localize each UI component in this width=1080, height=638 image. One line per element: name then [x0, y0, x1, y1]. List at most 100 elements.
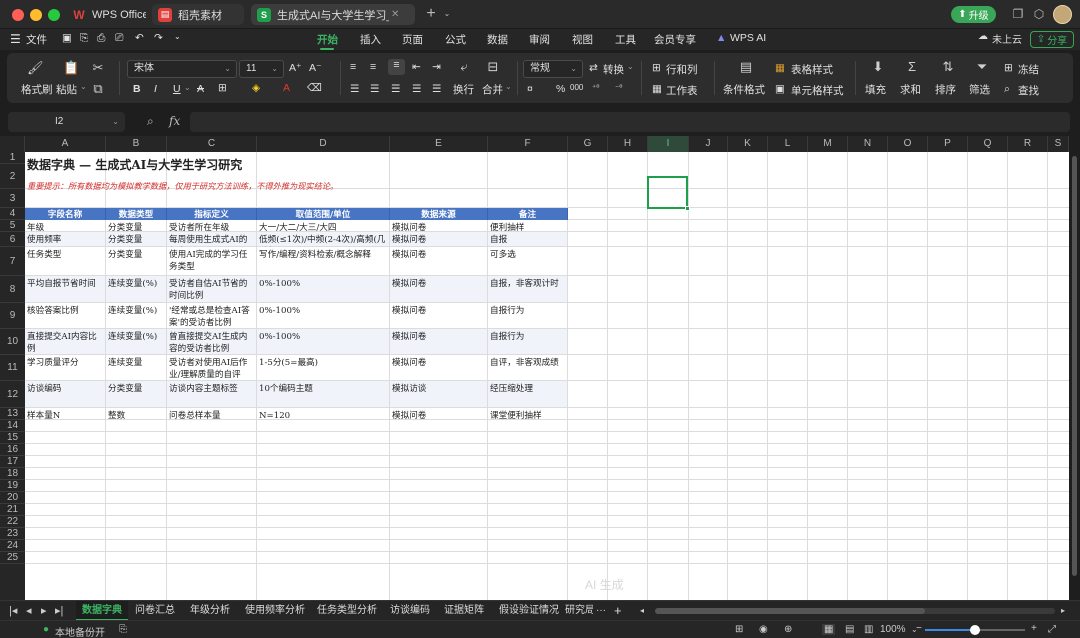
column-header-N[interactable]: N: [848, 136, 888, 152]
cube-icon[interactable]: ⬡: [1032, 7, 1046, 21]
table-cell[interactable]: 受访者自估AI节省的时间比例: [167, 276, 257, 303]
table-cell[interactable]: 受访者所在年级: [167, 220, 257, 232]
align-bottom-icon[interactable]: ≡: [388, 59, 405, 75]
paste-icon[interactable]: 📋: [63, 61, 79, 75]
table-cell[interactable]: 受访者对使用AI后作业/理解质量的自评: [167, 355, 257, 381]
table-cell[interactable]: 分类变量: [106, 381, 167, 408]
filter-button[interactable]: 筛选: [969, 82, 990, 97]
more-sheets-icon[interactable]: ···: [596, 601, 606, 621]
align-right-icon[interactable]: ☰: [391, 83, 400, 95]
zoom-level[interactable]: 100%: [880, 624, 906, 635]
table-header-cell[interactable]: 指标定义: [167, 208, 257, 220]
table-cell[interactable]: 自报，非客观计时: [488, 276, 568, 303]
column-header-C[interactable]: C: [167, 136, 257, 152]
table-cell[interactable]: 模拟问卷: [390, 276, 488, 303]
percent-icon[interactable]: %: [556, 83, 565, 95]
menu-data[interactable]: 数据: [487, 32, 508, 47]
avatar[interactable]: [1053, 5, 1072, 24]
table-cell[interactable]: 模拟访谈: [390, 381, 488, 408]
table-cell[interactable]: 连续变量(%): [106, 329, 167, 355]
row-header-18[interactable]: 18: [0, 468, 25, 480]
scroll-left-icon[interactable]: ◂: [640, 606, 644, 615]
table-cell[interactable]: 1-5分(5=最高): [257, 355, 390, 381]
fill-color-icon[interactable]: ◈: [252, 82, 260, 94]
table-cell[interactable]: 连续变量: [106, 355, 167, 381]
column-header-M[interactable]: M: [808, 136, 848, 152]
page-break-icon[interactable]: ▥: [864, 624, 873, 635]
row-header-13[interactable]: 13: [0, 408, 25, 420]
table-cell[interactable]: 模拟问卷: [390, 408, 488, 420]
worksheet-grid[interactable]: 数据字典 — 生成式AI与大学生学习研究 重要提示：所有数据均为模拟教学数据，仅…: [25, 152, 1069, 600]
column-header-J[interactable]: J: [689, 136, 728, 152]
table-header-cell[interactable]: 数据类型: [106, 208, 167, 220]
italic-icon[interactable]: I: [154, 83, 157, 95]
last-sheet-icon[interactable]: ▸|: [55, 604, 63, 617]
wrap-text-button[interactable]: 换行: [453, 82, 474, 97]
cut-icon[interactable]: ✂: [91, 61, 105, 75]
table-cell[interactable]: 使用频率: [25, 232, 106, 247]
increase-font-icon[interactable]: A⁺: [289, 62, 302, 74]
currency-icon[interactable]: ¤: [527, 83, 533, 95]
copy-icon[interactable]: ⧉: [91, 82, 105, 96]
formula-input[interactable]: [190, 112, 1070, 132]
table-cell[interactable]: 样本量N: [25, 408, 106, 420]
zoom-slider[interactable]: [925, 625, 1025, 635]
table-cell[interactable]: 可多选: [488, 247, 568, 276]
table-header-cell[interactable]: 取值范围/单位: [257, 208, 390, 220]
sheet-tab[interactable]: 问卷汇总: [135, 601, 175, 621]
table-cell[interactable]: 0%-100%: [257, 303, 390, 329]
column-header-B[interactable]: B: [106, 136, 167, 152]
indent-right-icon[interactable]: ⇥: [432, 61, 441, 73]
menu-page[interactable]: 页面: [402, 32, 423, 47]
table-cell[interactable]: 学习质量评分: [25, 355, 106, 381]
indent-left-icon[interactable]: ⇤: [412, 61, 421, 73]
table-cell[interactable]: 模拟问卷: [390, 220, 488, 232]
table-cell[interactable]: 分类变量: [106, 220, 167, 232]
print-icon[interactable]: ⎚: [115, 32, 123, 45]
row-header-2[interactable]: 2: [0, 164, 25, 189]
tab-active-document[interactable]: S 生成式AI与大学生学习_研究 ✕: [251, 4, 415, 25]
align-top-icon[interactable]: ≡: [350, 61, 356, 73]
column-header-K[interactable]: K: [728, 136, 768, 152]
page-layout-icon[interactable]: ▤: [845, 624, 854, 635]
table-cell[interactable]: 曾直接提交AI生成内容的受访者比例: [167, 329, 257, 355]
column-header-A[interactable]: A: [25, 136, 106, 152]
menu-review[interactable]: 审阅: [529, 32, 550, 47]
sort-button[interactable]: 排序: [935, 82, 956, 97]
sheet-tab[interactable]: 年级分析: [190, 601, 230, 621]
column-header-P[interactable]: P: [928, 136, 968, 152]
table-cell[interactable]: 任务类型: [25, 247, 106, 276]
sheet-tab[interactable]: 研究局: [565, 601, 593, 621]
table-style-icon[interactable]: ▦: [775, 62, 785, 74]
column-header-G[interactable]: G: [568, 136, 608, 152]
row-header-3[interactable]: 3: [0, 189, 25, 208]
decrease-font-icon[interactable]: A⁻: [309, 62, 322, 74]
horizontal-scrollbar[interactable]: [655, 608, 1055, 614]
column-header-D[interactable]: D: [257, 136, 390, 152]
tab-docer[interactable]: ▤ 稻壳素材: [152, 4, 244, 25]
sheet-tab-data-dictionary[interactable]: 数据字典: [76, 601, 128, 621]
font-color-icon[interactable]: A: [283, 82, 290, 94]
row-header-24[interactable]: 24: [0, 540, 25, 552]
column-header-R[interactable]: R: [1008, 136, 1048, 152]
cloud-status-button[interactable]: 未上云: [992, 31, 1022, 46]
zoom-out-icon[interactable]: −: [916, 623, 922, 634]
table-cell[interactable]: 课堂便利抽样: [488, 408, 568, 420]
undo-icon[interactable]: ↶: [135, 32, 144, 44]
align-middle-icon[interactable]: ≡: [370, 61, 376, 73]
strikethrough-icon[interactable]: A: [197, 83, 204, 95]
table-cell[interactable]: 模拟问卷: [390, 232, 488, 247]
merge-cells-button[interactable]: 合并: [482, 82, 503, 97]
fullscreen-icon[interactable]: ⤢: [1048, 624, 1056, 635]
table-cell[interactable]: 写作/编程/资料检索/概念解释: [257, 247, 390, 276]
sort-icon[interactable]: ⇅: [941, 60, 955, 74]
row-header-21[interactable]: 21: [0, 504, 25, 516]
table-cell[interactable]: 使用AI完成的学习任务类型: [167, 247, 257, 276]
row-header-23[interactable]: 23: [0, 528, 25, 540]
table-cell[interactable]: 自报行为: [488, 303, 568, 329]
table-cell[interactable]: N=120: [257, 408, 390, 420]
conditional-format-icon[interactable]: ▤: [739, 60, 753, 74]
zoom-in-icon[interactable]: +: [1031, 623, 1037, 634]
table-cell[interactable]: 自报: [488, 232, 568, 247]
hamburger-icon[interactable]: ☰: [10, 32, 21, 46]
